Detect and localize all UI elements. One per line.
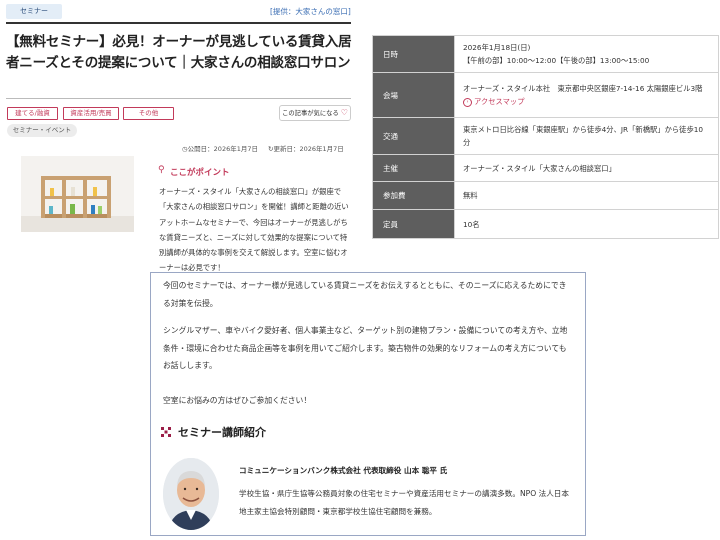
host-label: 主催: [372, 154, 455, 182]
lecturer-name: コミュニケーションバンク株式会社 代表取締役 山本 聡平 氏: [239, 466, 448, 475]
article-title: 【無料セミナー】必見！オーナーが見逃している賃貸入居者ニーズとその提案について｜…: [6, 34, 352, 71]
table-row: 参加費 無料: [372, 181, 719, 210]
checker-square-icon: [161, 427, 171, 437]
host-value: オーナーズ・スタイル「大家さんの相談窓口」: [454, 154, 719, 182]
provider-credit-link[interactable]: [提供：大家さんの窓口]: [270, 6, 351, 17]
category-tag-seminar[interactable]: セミナー: [6, 4, 62, 19]
table-row: 日時 2026年1月18日(日) 【午前の部】10:00〜12:00【午後の部】…: [372, 35, 719, 73]
article-summary: オーナーズ・スタイル「大家さんの相談窓口」が銀座で「大家さんの相談窓口サロン」を…: [159, 187, 349, 273]
lecturer-section-heading: セミナー講師紹介: [178, 426, 266, 439]
published-date-text: 公開日：2026年1月7日: [187, 145, 258, 153]
date-label: 日時: [372, 35, 455, 73]
venue-address: オーナーズ・スタイル本社 東京都中央区銀座7-14-16 太陽銀座ビル3階: [463, 84, 703, 93]
table-row: 定員 10名: [372, 209, 719, 239]
map-pin-icon: ⚲: [158, 165, 165, 175]
lecturer-avatar: [163, 458, 219, 530]
date-value: 2026年1月18日(日) 【午前の部】10:00〜12:00【午後の部】13:…: [454, 35, 719, 73]
venue-value: オーナーズ・スタイル本社 東京都中央区銀座7-14-16 太陽銀座ビル3階 › ア…: [454, 72, 719, 118]
access-value: 東京メトロ日比谷線「東銀座駅」から徒歩4分、JR「新橋駅」から徒歩10分: [454, 117, 719, 155]
table-row: 主催 オーナーズ・スタイル「大家さんの相談窓口」: [372, 154, 719, 182]
lecturer-portrait-image: [163, 458, 219, 530]
updated-date: ↻更新日：2026年1月7日: [268, 143, 344, 153]
lecturer-bio: 学校生協・県庁生協等公務員対象の住宅セミナーや資産活用セミナーの講演多数。NPO…: [239, 489, 569, 516]
body-paragraph-1: 今回のセミナーでは、オーナー様が見逃している賃貸ニーズをお伝えするとともに、その…: [163, 281, 567, 308]
bookmark-interest-button[interactable]: この記事が気になる ♡: [279, 105, 351, 121]
seminar-body-box: 今回のセミナーでは、オーナー様が見逃している賃貸ニーズをお伝えするとともに、その…: [150, 272, 586, 536]
table-row: 交通 東京メトロ日比谷線「東銀座駅」から徒歩4分、JR「新橋駅」から徒歩10分: [372, 117, 719, 155]
like-button-label: この記事が気になる: [282, 110, 339, 117]
tag-seminar-event[interactable]: セミナー・イベント: [7, 124, 77, 137]
point-heading: ここがポイント: [170, 168, 230, 178]
published-date: ◷公開日：2026年1月7日: [182, 143, 258, 153]
title-divider: [6, 98, 351, 99]
body-paragraph-3: 空室にお悩みの方はぜひご参加ください！: [163, 396, 312, 405]
arrow-circle-icon: ›: [463, 97, 472, 107]
category-tag-build-finance[interactable]: 建てる/融資: [7, 107, 58, 120]
table-row: 会場 オーナーズ・スタイル本社 東京都中央区銀座7-14-16 太陽銀座ビル3階…: [372, 72, 719, 118]
venue-label: 会場: [372, 72, 455, 118]
capacity-label: 定員: [372, 209, 455, 239]
heart-icon: ♡: [340, 108, 348, 117]
date-line-1: 2026年1月18日(日): [463, 43, 531, 52]
wooden-shelf-figures-image: [21, 156, 134, 232]
body-paragraph-2: シングルマザー、車やバイク愛好者、個人事業主など、ターゲット別の建物プラン・設備…: [163, 326, 568, 370]
category-tag-other[interactable]: その他: [123, 107, 174, 120]
fee-label: 参加費: [372, 181, 455, 210]
article-photo: [21, 156, 134, 232]
capacity-value: 10名: [454, 209, 719, 239]
category-tag-asset-trade[interactable]: 資産活用/売買: [63, 107, 119, 120]
header-divider: [6, 22, 351, 24]
date-line-2: 【午前の部】10:00〜12:00【午後の部】13:00〜15:00: [463, 56, 650, 65]
access-map-link[interactable]: › アクセスマップ: [463, 95, 710, 108]
updated-date-text: 更新日：2026年1月7日: [273, 145, 344, 153]
access-map-label: アクセスマップ: [474, 97, 525, 106]
access-label: 交通: [372, 117, 455, 155]
fee-value: 無料: [454, 181, 719, 210]
seminar-details-table: 日時 2026年1月18日(日) 【午前の部】10:00〜12:00【午後の部】…: [372, 35, 719, 239]
